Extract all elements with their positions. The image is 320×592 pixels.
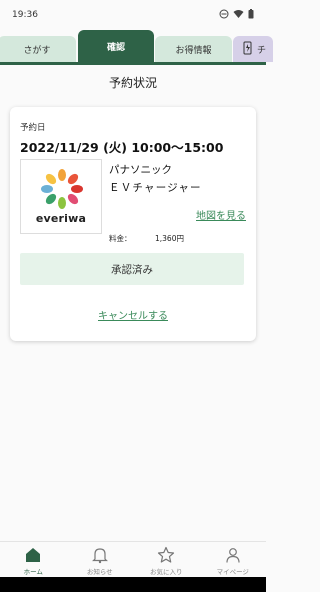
nav-favorites[interactable]: お気に入り xyxy=(133,542,200,577)
tab-search-label: さがす xyxy=(23,45,51,56)
person-icon xyxy=(226,548,240,563)
tab-confirm[interactable]: 確認 xyxy=(78,30,154,62)
view-map-link[interactable]: 地図を見る xyxy=(196,207,246,222)
star-icon xyxy=(158,546,175,563)
nav-notifications-label: お知らせ xyxy=(86,568,113,576)
bottom-nav: ホーム お知らせ お気に入り マイページ xyxy=(0,541,266,577)
tab-underline xyxy=(0,62,266,65)
status-bar: 19:36 xyxy=(0,0,266,30)
status-time: 19:36 xyxy=(12,10,38,20)
price-label: 料金： xyxy=(109,234,132,243)
nav-mypage[interactable]: マイページ xyxy=(200,542,267,577)
tab-confirm-label: 確認 xyxy=(106,42,125,53)
shop-logo: everiwa xyxy=(20,159,102,234)
shop-name: パナソニック xyxy=(109,164,172,176)
page-title: 予約状況 xyxy=(108,76,157,90)
price-value: 1,360円 xyxy=(155,234,184,243)
dnd-icon xyxy=(219,9,229,22)
everiwa-logo-icon xyxy=(41,169,83,209)
tab-search[interactable]: さがす xyxy=(0,36,76,62)
tab-ev-charger[interactable]: チ xyxy=(233,36,273,62)
nav-mypage-label: マイページ xyxy=(216,568,249,576)
status-icons xyxy=(219,8,254,22)
tab-bar: さがす 確認 お得情報 チ xyxy=(0,30,273,64)
home-icon xyxy=(26,548,41,562)
cancel-reservation-link[interactable]: キャンセルする xyxy=(10,307,256,322)
logo-text: everiwa xyxy=(35,212,87,225)
tab-deals-label: お得情報 xyxy=(175,45,212,56)
nav-home[interactable]: ホーム xyxy=(0,542,67,577)
nav-home-label: ホーム xyxy=(23,568,43,576)
nav-favorites-label: お気に入り xyxy=(150,568,183,576)
approved-status: 承認済み xyxy=(20,253,244,285)
approved-status-label: 承認済み xyxy=(111,263,153,276)
reservation-date-label: 予約日 xyxy=(20,123,46,133)
reservation-card: 予約日 2022/11/29 (火) 10:00〜15:00 everiwa パ… xyxy=(10,107,256,341)
battery-icon xyxy=(248,8,254,22)
wifi-icon xyxy=(233,9,244,22)
tab-ev-label: チ xyxy=(257,45,267,56)
reservation-date-value: 2022/11/29 (火) 10:00〜15:00 xyxy=(20,140,224,155)
shop-subtitle: ＥＶチャージャー xyxy=(109,182,202,194)
bell-icon xyxy=(91,548,108,564)
nav-notifications[interactable]: お知らせ xyxy=(67,542,134,577)
tab-deals[interactable]: お得情報 xyxy=(155,36,232,62)
system-navigation-bar xyxy=(0,577,266,592)
ev-charger-icon xyxy=(243,41,253,58)
